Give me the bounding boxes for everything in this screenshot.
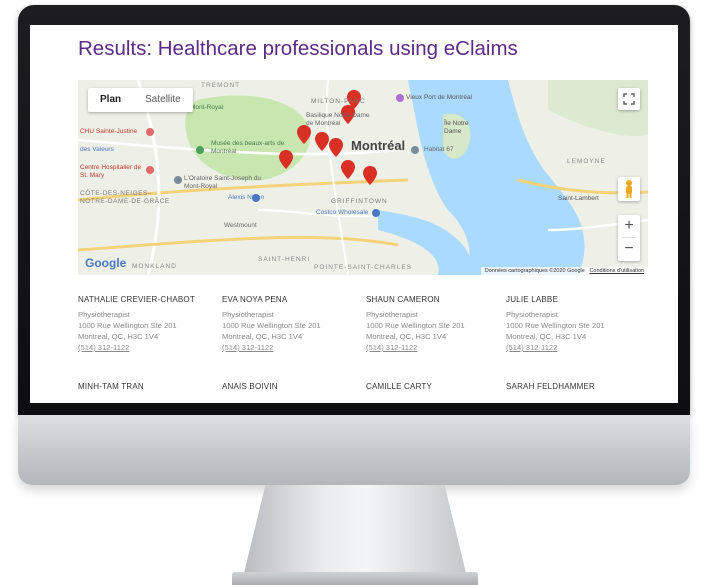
result-card[interactable]: CAMILLE CARTY — [366, 382, 506, 391]
result-address-line2: Montreal, QC, H3C 1V4 — [78, 332, 159, 341]
map-label-city: Montréal — [351, 138, 406, 153]
map-label-saint-lambert: Saint-Lambert — [558, 195, 599, 202]
result-profession: Physiotherapist — [78, 310, 130, 319]
map-type-control: Plan Satellite — [88, 88, 193, 112]
attribution-text: Données cartographiques ©2020 Google — [484, 268, 585, 274]
map-label-alexis-nihon: Alexis Nihon — [228, 194, 265, 201]
result-profession: Physiotherapist — [222, 310, 274, 319]
map-label-mont-royal: Mont-Royal — [190, 104, 224, 111]
map-label-westmount: Westmount — [224, 222, 257, 229]
result-card[interactable]: SHAUN CAMERON Physiotherapist 1000 Rue W… — [366, 295, 506, 353]
map-label-saint-henri: SAINT-HENRI — [258, 256, 311, 263]
street-view-button[interactable] — [618, 177, 640, 201]
result-profession: Physiotherapist — [366, 310, 418, 319]
result-phone-link[interactable]: (514) 312-1122 — [506, 342, 646, 353]
result-name[interactable]: SARAH FELDHAMMER — [506, 382, 646, 391]
google-logo: Google — [85, 256, 127, 270]
monitor-stand — [243, 485, 467, 577]
result-name[interactable]: JULIE LABBE — [506, 295, 646, 304]
result-card[interactable]: ANAIS BOIVIN — [222, 382, 362, 391]
result-name[interactable]: SHAUN CAMERON — [366, 295, 506, 304]
map-label-ile-notre-dame: Île Notre Dame — [444, 120, 469, 135]
map-type-plan-button[interactable]: Plan — [88, 88, 133, 112]
map-label-lemoyne: LEMOYNE — [567, 158, 606, 165]
result-profession: Physiotherapist — [506, 310, 558, 319]
result-card[interactable]: JULIE LABBE Physiotherapist 1000 Rue Wel… — [506, 295, 646, 353]
result-card[interactable]: EVA NOYA PENA Physiotherapist 1000 Rue W… — [222, 295, 362, 353]
result-phone-link[interactable]: (514) 312-1122 — [78, 342, 218, 353]
result-name[interactable]: NATHALIE CREVIER-CHABOT — [78, 295, 218, 304]
result-phone-link[interactable]: (514) 312-1122 — [222, 342, 362, 353]
map-label-des-valeurs: des Valeurs — [80, 146, 114, 153]
map-label-cote-des-neiges: CÔTE-DES-NEIGES–NOTRE-DAME-DE-GRÂCE — [80, 190, 170, 205]
map-label-habitat: Habitat 67 — [424, 146, 454, 153]
result-name[interactable]: MINH-TAM TRAN — [78, 382, 218, 391]
result-address-line2: Montreal, QC, H3C 1V4 — [506, 332, 587, 341]
map-label-musee: Musée des beaux-arts de Montréal — [211, 140, 285, 155]
result-name[interactable]: ANAIS BOIVIN — [222, 382, 362, 391]
map-label-oratoire: L'Oratoire Saint-Joseph du Mont-Royal — [184, 175, 262, 190]
map-label-costco: Costco Wholesale — [316, 209, 369, 216]
map-attribution: Données cartographiques ©2020 Google Con… — [480, 267, 648, 275]
result-address-line2: Montreal, QC, H3C 1V4 — [366, 332, 447, 341]
result-card[interactable]: NATHALIE CREVIER-CHABOT Physiotherapist … — [78, 295, 218, 353]
result-address-line2: Montreal, QC, H3C 1V4 — [222, 332, 303, 341]
map-label-pointe-st-charles: POINTE-SAINT-CHARLES — [314, 264, 413, 271]
map-type-satellite-button[interactable]: Satellite — [133, 88, 193, 112]
result-address-line1: 1000 Rue Wellington Ste 201 — [506, 321, 605, 330]
map-label-ste-justine: CHU Sainte-Justine — [80, 128, 138, 135]
results-grid: NATHALIE CREVIER-CHABOT Physiotherapist … — [78, 295, 648, 403]
monitor-stand-base — [232, 572, 478, 585]
page-title: Results: Healthcare professionals using … — [78, 37, 518, 60]
monitor-chin — [18, 415, 690, 485]
result-card[interactable]: SARAH FELDHAMMER — [506, 382, 646, 391]
result-card[interactable]: MINH-TAM TRAN — [78, 382, 218, 391]
fullscreen-icon — [623, 93, 635, 105]
zoom-in-button[interactable]: + — [618, 215, 640, 237]
result-name[interactable]: EVA NOYA PENA — [222, 295, 362, 304]
fullscreen-button[interactable] — [618, 88, 640, 110]
result-address-line1: 1000 Rue Wellington Ste 201 — [78, 321, 177, 330]
zoom-out-button[interactable]: − — [618, 238, 640, 260]
map-label-basilique: Basilique Notre-Dame de Montréal — [306, 112, 370, 127]
monitor-screen: Results: Healthcare professionals using … — [30, 25, 678, 403]
result-address-line1: 1000 Rue Wellington Ste 201 — [222, 321, 321, 330]
result-name[interactable]: CAMILLE CARTY — [366, 382, 506, 391]
map-view[interactable]: Montréal Vieux Port de Montréal MILTON-P… — [78, 80, 648, 275]
map-label-griffintown: GRIFFINTOWN — [331, 198, 388, 205]
map-label-centre-hosp: Centre Hospitalier de St. Mary — [80, 164, 142, 179]
result-phone-link[interactable]: (514) 312-1122 — [366, 342, 506, 353]
terms-link[interactable]: Conditions d'utilisation — [589, 268, 644, 274]
zoom-control: + − — [618, 215, 640, 261]
map-label-tremont: TREMONT — [201, 82, 241, 89]
pegman-icon — [626, 180, 632, 198]
map-label-milton-parc: MILTON-PARC — [311, 98, 366, 105]
map-label-vieux-port: Vieux Port de Montréal — [406, 94, 472, 101]
result-address-line1: 1000 Rue Wellington Ste 201 — [366, 321, 465, 330]
map-label-monkland: MONKLAND — [132, 263, 177, 270]
